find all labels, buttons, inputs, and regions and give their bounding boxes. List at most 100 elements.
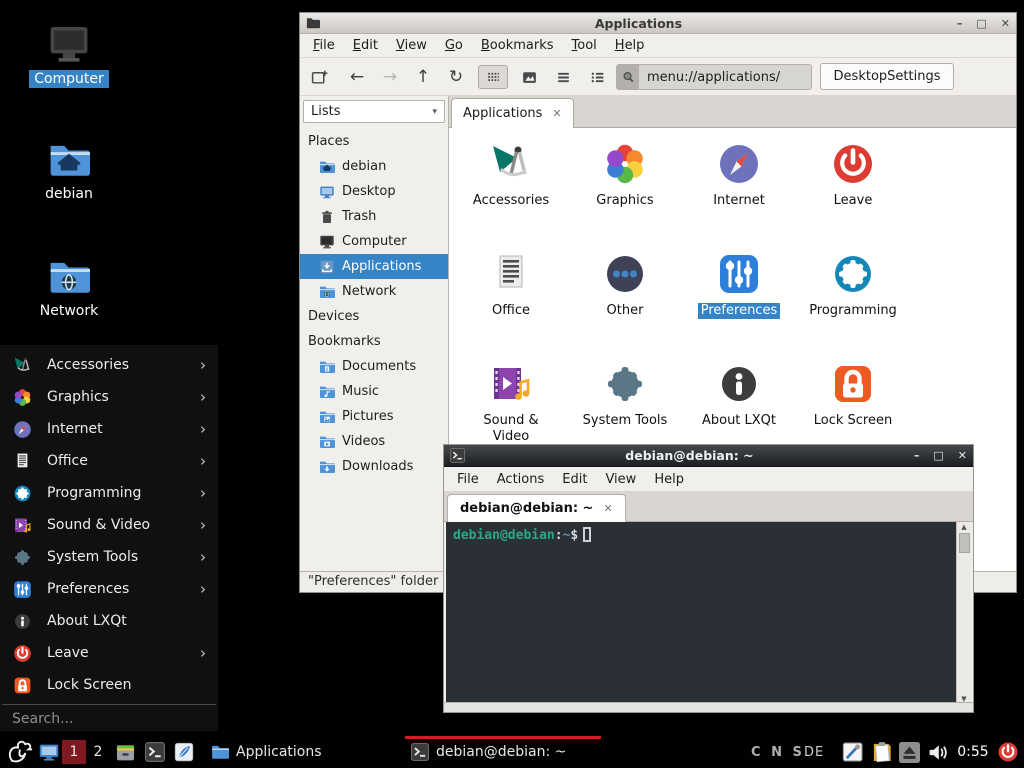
scroll-up-icon[interactable]: ▲ [961, 523, 966, 531]
power-button[interactable] [996, 740, 1020, 764]
app-item-graphics[interactable]: Graphics [568, 140, 682, 250]
quicklaunch-file-manager[interactable] [115, 742, 136, 763]
up-button[interactable]: ↑ [410, 65, 436, 89]
workspace-2-button[interactable]: 2 [89, 740, 107, 764]
tray-volume[interactable] [927, 742, 948, 763]
close-button[interactable]: ✕ [1001, 13, 1010, 34]
app-item-other[interactable]: Other [568, 250, 682, 360]
desktop-icon-debian[interactable]: debian [0, 139, 139, 203]
app-item-leave[interactable]: Leave [796, 140, 910, 250]
sidebar-item-network[interactable]: Network [300, 279, 448, 304]
desktop-icon [319, 184, 335, 200]
terminal-titlebar[interactable]: debian@debian: ~ – □ ✕ [444, 445, 973, 467]
menu-edit[interactable]: Edit [553, 468, 596, 491]
close-tab-icon[interactable]: ✕ [552, 107, 561, 120]
new-tab-button[interactable] [306, 65, 332, 89]
accessories-icon [487, 140, 535, 188]
sidebar-item-pictures[interactable]: Pictures [300, 404, 448, 429]
music-folder-icon [319, 384, 335, 400]
detailed-view-button[interactable] [584, 65, 610, 89]
menu-edit[interactable]: Edit [344, 34, 387, 57]
sidebar-mode-combo[interactable]: Lists ▾ [303, 100, 445, 123]
menu-tool[interactable]: Tool [563, 34, 606, 57]
menu-actions[interactable]: Actions [488, 468, 554, 491]
search-input[interactable] [0, 705, 218, 733]
terminal-scrollbar[interactable]: ▲ ▼ [956, 522, 971, 704]
sidebar-item-applications[interactable]: Applications [300, 254, 448, 279]
desktop-icon [38, 741, 60, 763]
menu-file[interactable]: File [304, 34, 344, 57]
menu-item-lock-screen[interactable]: Lock Screen [0, 669, 218, 701]
menu-item-programming[interactable]: Programming › [0, 477, 218, 509]
menu-view[interactable]: View [387, 34, 436, 57]
menu-item-accessories[interactable]: Accessories › [0, 349, 218, 381]
tray-eject[interactable] [899, 742, 920, 763]
menu-item-graphics[interactable]: Graphics › [0, 381, 218, 413]
show-desktop-button[interactable] [38, 741, 60, 763]
menu-view[interactable]: View [596, 468, 645, 491]
maximize-button[interactable]: □ [933, 445, 943, 466]
thumbnail-view-button[interactable] [516, 65, 542, 89]
app-item-programming[interactable]: Programming [796, 250, 910, 360]
menu-item-internet[interactable]: Internet › [0, 413, 218, 445]
menu-item-sound-video[interactable]: Sound & Video › [0, 509, 218, 541]
tray-clipboard[interactable] [870, 740, 894, 764]
sidebar-item-music[interactable]: Music [300, 379, 448, 404]
close-tab-icon[interactable]: ✕ [603, 502, 612, 515]
maximize-button[interactable]: □ [976, 13, 986, 34]
sidebar-item-debian[interactable]: debian [300, 154, 448, 179]
tab-applications[interactable]: Applications ✕ [451, 98, 574, 128]
file-manager-titlebar[interactable]: Applications – □ ✕ [300, 13, 1016, 34]
sidebar-item-downloads[interactable]: Downloads [300, 454, 448, 479]
menu-item-about-lxqt[interactable]: About LXQt [0, 605, 218, 637]
lock-screen-icon [12, 675, 33, 696]
menu-help[interactable]: Help [645, 468, 693, 491]
desktop-icon-computer[interactable]: Computer [0, 22, 139, 88]
terminal-output[interactable]: debian@debian:~$ [446, 522, 956, 704]
menu-file[interactable]: File [448, 468, 488, 491]
sidebar-item-desktop[interactable]: Desktop [300, 179, 448, 204]
compact-view-button[interactable] [550, 65, 576, 89]
tray-screenshot[interactable] [842, 741, 864, 763]
desktop-settings-button[interactable]: DesktopSettings [820, 63, 954, 90]
chevron-down-icon: ▾ [432, 107, 437, 117]
main-menu-button[interactable] [5, 738, 33, 766]
menu-item-office[interactable]: Office › [0, 445, 218, 477]
menu-help[interactable]: Help [606, 34, 654, 57]
system-tools-icon [12, 547, 33, 568]
workspace-1-button[interactable]: 1 [62, 740, 86, 764]
app-item-accessories[interactable]: Accessories [454, 140, 568, 250]
keyboard-layout[interactable]: DE [804, 736, 824, 768]
menu-bookmarks[interactable]: Bookmarks [472, 34, 563, 57]
forward-button[interactable]: → [377, 65, 403, 89]
quicklaunch-featherpad[interactable] [174, 742, 194, 762]
terminal-tab[interactable]: debian@debian: ~ ✕ [447, 494, 626, 522]
desktop-icon-network[interactable]: Network [0, 256, 139, 320]
app-item-preferences[interactable]: Preferences [682, 250, 796, 360]
sidebar-item-documents[interactable]: Documents [300, 354, 448, 379]
icon-view-button[interactable] [478, 65, 508, 89]
menu-item-preferences[interactable]: Preferences › [0, 573, 218, 605]
back-button[interactable]: ← [344, 65, 370, 89]
reload-button[interactable]: ↻ [443, 65, 469, 89]
task-applications[interactable]: Applications [205, 736, 401, 768]
address-bar[interactable]: menu://applications/ [616, 64, 812, 90]
file-manager-toolbar: ← → ↑ ↻ menu://applications/ DesktopSett… [300, 58, 1016, 96]
sidebar-item-trash[interactable]: Trash [300, 204, 448, 229]
app-item-office[interactable]: Office [454, 250, 568, 360]
menu-item-label: Graphics [47, 389, 109, 405]
minimize-button[interactable]: – [914, 445, 920, 466]
clock[interactable]: 0:55 [953, 736, 993, 768]
minimize-button[interactable]: – [957, 13, 963, 34]
scrollbar-thumb[interactable] [959, 533, 970, 553]
menu-go[interactable]: Go [436, 34, 472, 57]
task-terminal[interactable]: debian@debian: ~ [405, 736, 601, 768]
sidebar-item-videos[interactable]: Videos [300, 429, 448, 454]
app-item-internet[interactable]: Internet [682, 140, 796, 250]
close-button[interactable]: ✕ [958, 445, 967, 466]
keyboard-indicator[interactable]: C N S [751, 736, 805, 768]
sidebar-item-computer[interactable]: Computer [300, 229, 448, 254]
menu-item-leave[interactable]: Leave › [0, 637, 218, 669]
quicklaunch-terminal[interactable] [145, 742, 165, 762]
menu-item-system-tools[interactable]: System Tools › [0, 541, 218, 573]
